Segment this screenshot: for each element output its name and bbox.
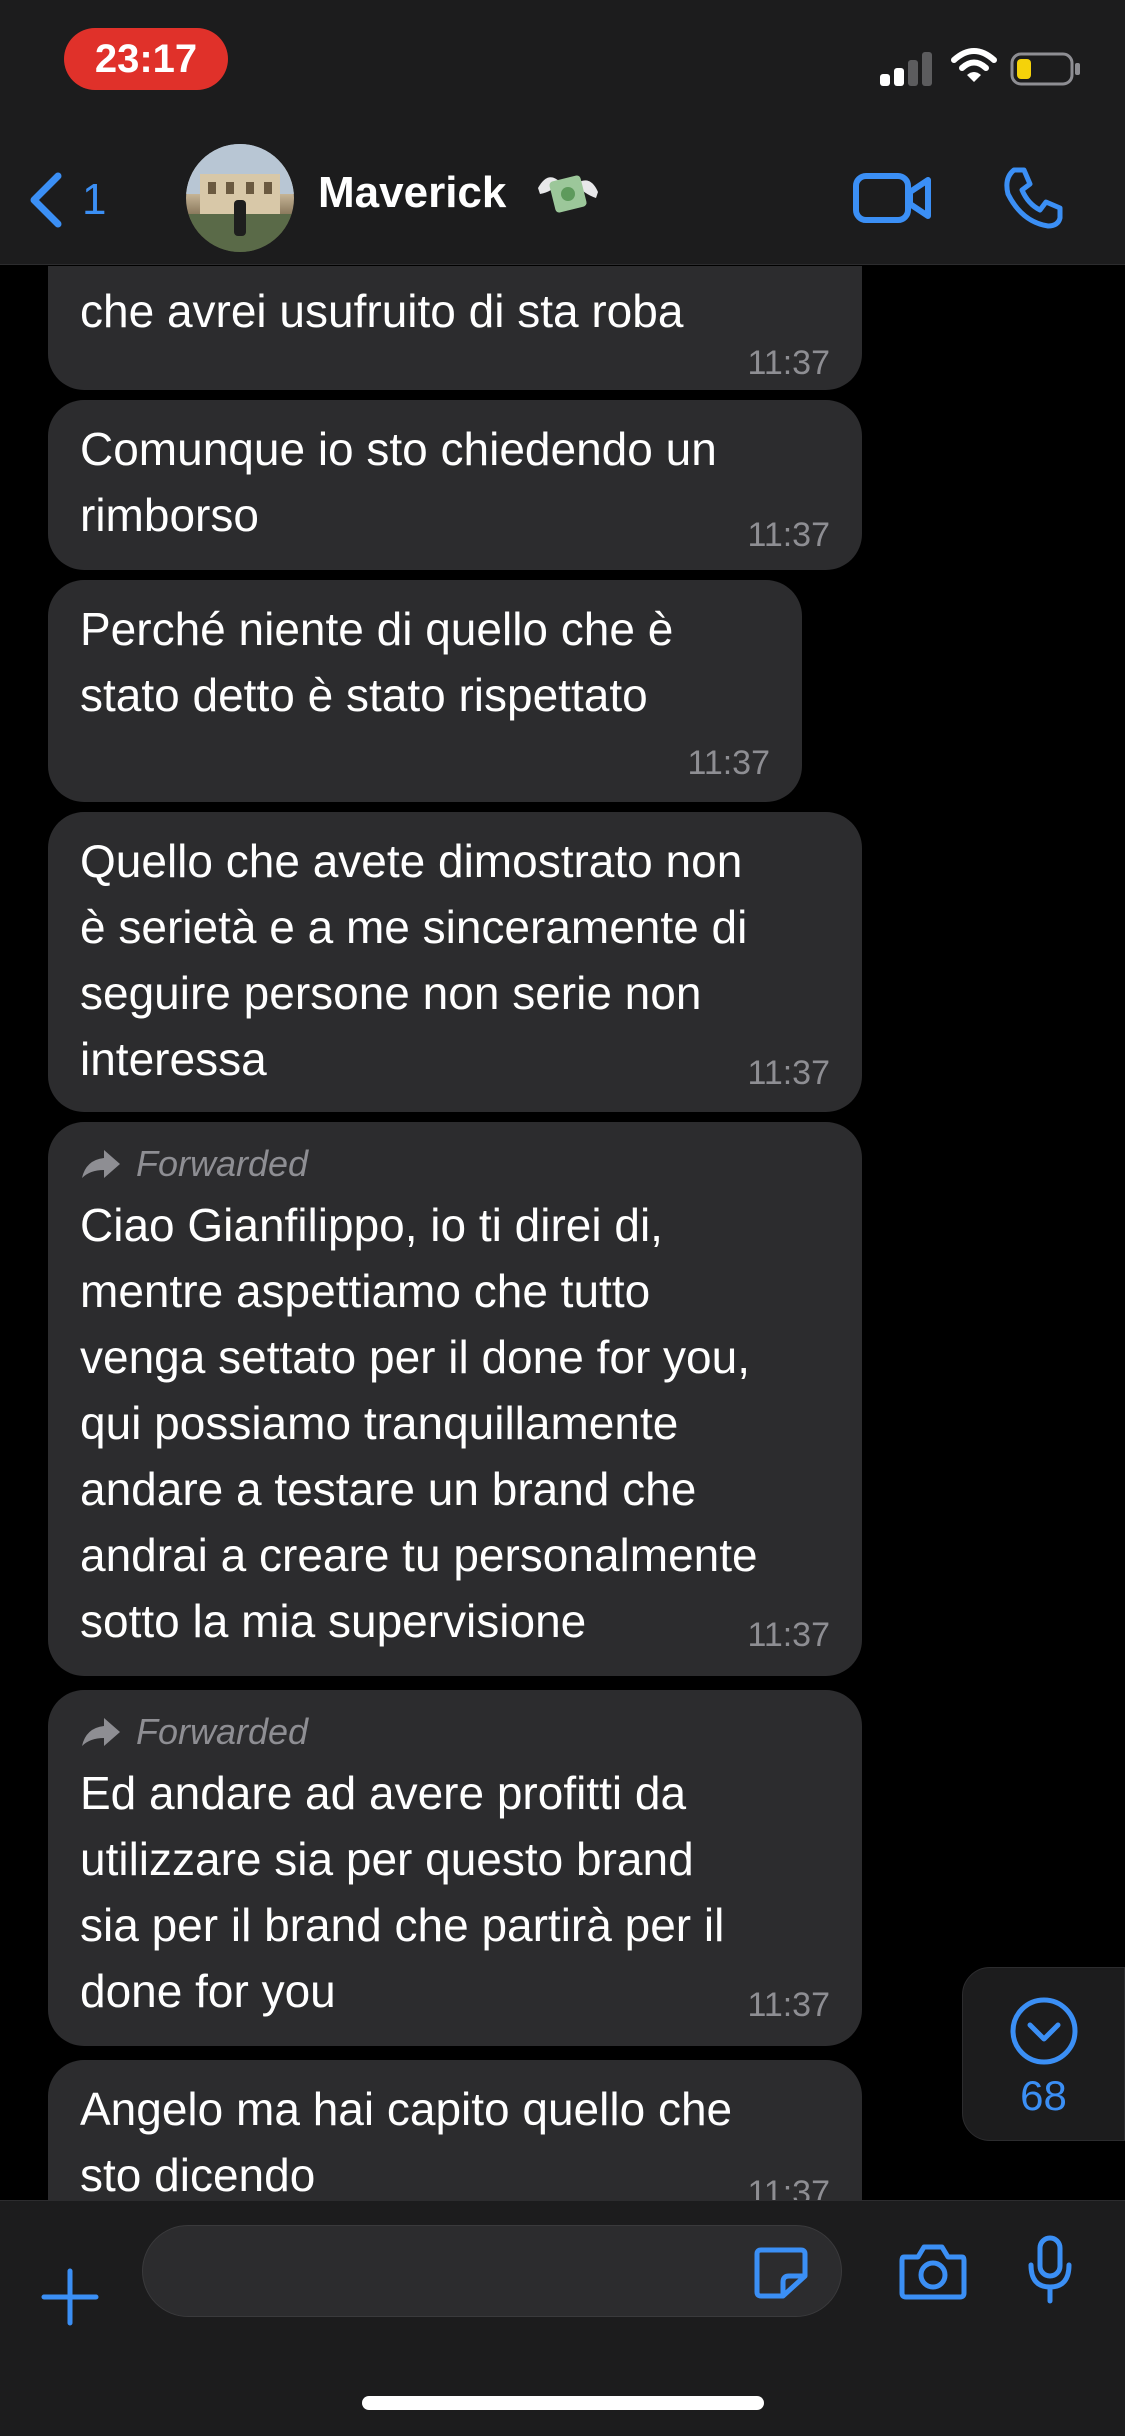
message-time: 11:37 bbox=[747, 2174, 830, 2200]
message-list[interactable]: che avrei usufruito di sta roba 11:37 Co… bbox=[0, 266, 1125, 2200]
message-text: Quello che avete dimostrato non è seriet… bbox=[80, 835, 748, 1085]
message-bubble[interactable]: Quello che avete dimostrato non è seriet… bbox=[48, 812, 862, 1112]
camera-icon[interactable] bbox=[898, 2241, 968, 2301]
message-bubble[interactable]: Perché niente di quello che è stato dett… bbox=[48, 580, 802, 802]
home-indicator[interactable] bbox=[362, 2396, 764, 2410]
cellular-signal-icon bbox=[880, 50, 934, 86]
forward-arrow-icon bbox=[82, 1718, 120, 1746]
sticker-icon[interactable] bbox=[753, 2246, 809, 2300]
chevron-down-icon bbox=[1010, 1997, 1078, 2065]
message-text: Perché niente di quello che è stato dett… bbox=[80, 603, 674, 721]
status-time[interactable]: 23:17 bbox=[64, 28, 228, 90]
phone-icon[interactable] bbox=[1000, 164, 1066, 230]
scroll-to-bottom-button[interactable]: 68 bbox=[962, 1967, 1125, 2141]
forwarded-text: Forwarded bbox=[136, 1711, 309, 1752]
message-time: 11:37 bbox=[747, 1054, 830, 1092]
message-time: 11:37 bbox=[747, 516, 830, 554]
back-button[interactable]: 1 bbox=[26, 170, 136, 230]
plus-icon[interactable] bbox=[40, 2267, 100, 2327]
avatar[interactable] bbox=[186, 144, 294, 252]
battery-icon bbox=[1010, 52, 1080, 86]
microphone-icon[interactable] bbox=[1026, 2235, 1074, 2305]
forwarded-label: Forwarded bbox=[80, 1704, 830, 1760]
forwarded-message-bubble[interactable]: Forwarded Ciao Gianfilippo, io ti direi … bbox=[48, 1122, 862, 1676]
message-text: Ed andare ad avere profitti da utilizzar… bbox=[80, 1767, 725, 2017]
unread-count: 68 bbox=[1020, 2072, 1067, 2119]
wifi-icon bbox=[951, 48, 997, 82]
message-bubble[interactable]: Angelo ma hai capito quello che sto dice… bbox=[48, 2060, 862, 2200]
video-call-icon[interactable] bbox=[852, 170, 932, 226]
message-time: 11:37 bbox=[747, 344, 830, 382]
forwarded-message-bubble[interactable]: Forwarded Ed andare ad avere profitti da… bbox=[48, 1690, 862, 2046]
message-time: 11:37 bbox=[687, 744, 770, 782]
message-input[interactable] bbox=[142, 2225, 842, 2317]
message-time: 11:37 bbox=[747, 1616, 830, 1654]
status-bar: 23:17 bbox=[0, 0, 1125, 130]
message-text: Comunque io sto chiedendo un rimborso bbox=[80, 423, 717, 541]
message-bubble[interactable]: che avrei usufruito di sta roba 11:37 bbox=[48, 266, 862, 390]
message-time: 11:37 bbox=[747, 1986, 830, 2024]
avatar-photo bbox=[186, 144, 294, 252]
forwarded-label: Forwarded bbox=[80, 1136, 830, 1192]
message-text: che avrei usufruito di sta roba bbox=[80, 285, 684, 337]
forward-arrow-icon bbox=[82, 1150, 120, 1178]
chat-header: 1 Maverick bbox=[0, 130, 1125, 265]
message-bubble[interactable]: Comunque io sto chiedendo un rimborso 11… bbox=[48, 400, 862, 570]
forwarded-text: Forwarded bbox=[136, 1143, 309, 1184]
message-text: Ciao Gianfilippo, io ti direi di, mentre… bbox=[80, 1199, 758, 1647]
message-text: Angelo ma hai capito quello che sto dice… bbox=[80, 2083, 733, 2200]
back-chevron-icon bbox=[30, 172, 62, 228]
chat-screen: 23:17 1 Maverick che avrei usufruito di … bbox=[0, 0, 1125, 2436]
contact-name[interactable]: Maverick bbox=[318, 168, 506, 218]
unread-chats-count: 1 bbox=[82, 175, 107, 224]
money-with-wings-icon bbox=[538, 175, 598, 213]
